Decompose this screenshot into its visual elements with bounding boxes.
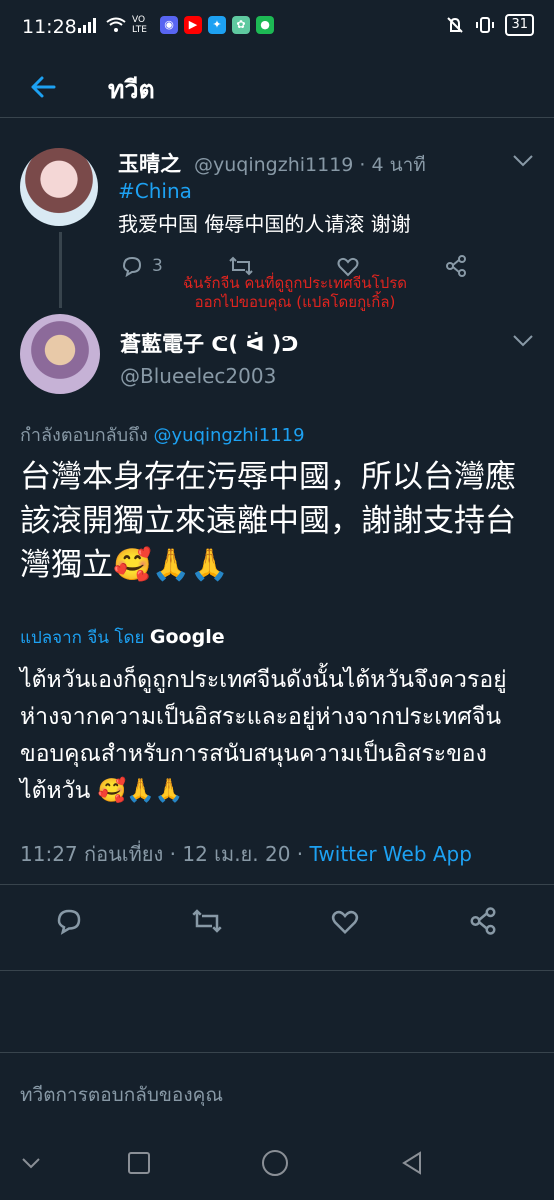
nav-back-button[interactable]	[398, 1148, 428, 1178]
replying-to: กำลังตอบกลับถึง @yuqingzhi1119	[20, 420, 305, 449]
chevron-down-icon[interactable]	[512, 334, 534, 348]
replying-mention-link[interactable]: @yuqingzhi1119	[154, 425, 305, 446]
thread-line	[59, 232, 62, 308]
system-nav-bar	[0, 1130, 554, 1200]
spotify-icon: ●	[256, 16, 274, 34]
nav-collapse-button[interactable]	[16, 1148, 46, 1178]
reply-input[interactable]: ทวีตการตอบกลับของคุณ	[20, 1080, 223, 1110]
translation-annotation: ฉันรักจีน คนที่ดูถูกประเทศจีนโปรด ออกไปข…	[150, 274, 440, 312]
avatar-reply[interactable]	[20, 314, 100, 394]
tweet-timestamp: 11:27 ก่อนเที่ยง · 12 เม.ย. 20 ·	[20, 842, 304, 866]
mute-icon	[447, 17, 464, 33]
share-icon	[446, 255, 466, 277]
annotation-line-2: ออกไปขอบคุณ (แปลโดยกูเกิ้ล)	[194, 293, 396, 311]
divider	[0, 884, 554, 885]
source-app-link[interactable]: Twitter Web App	[310, 842, 472, 866]
reply-author-handle: @Blueelec2003	[120, 364, 277, 388]
twitter-icon: ✦	[208, 16, 226, 34]
original-author-name[interactable]: 玉晴之	[118, 148, 181, 178]
reply-icon	[122, 256, 142, 278]
app-header: ทวีต	[0, 56, 554, 118]
avatar-original[interactable]	[20, 148, 98, 226]
annotation-line-1: ฉันรักจีน คนที่ดูถูกประเทศจีนโปรด	[182, 274, 408, 292]
like-button[interactable]	[330, 906, 360, 936]
back-arrow-icon[interactable]	[28, 72, 58, 102]
signal-icon	[78, 18, 96, 33]
status-bar: 11:28 VO LTE ◉ ▶ ✦ ✿ ● 31	[0, 0, 554, 56]
retweet-icon	[192, 909, 222, 933]
square-icon	[128, 1152, 150, 1174]
translated-text: ไต้หวันเองก็ดูถูกประเทศจีนดังนั้นไต้หวัน…	[20, 667, 507, 804]
replying-label: กำลังตอบกลับถึง	[20, 425, 148, 446]
chevron-down-icon	[22, 1158, 40, 1169]
reply-icon	[57, 909, 81, 935]
tweet-meta: 11:27 ก่อนเที่ยง · 12 เม.ย. 20 · Twitter…	[20, 838, 472, 870]
discord-icon: ◉	[160, 16, 178, 34]
wifi-icon	[106, 17, 126, 32]
share-button[interactable]	[444, 254, 468, 278]
nav-recents-button[interactable]	[124, 1148, 154, 1178]
heart-icon	[331, 910, 359, 935]
share-button[interactable]	[468, 906, 498, 936]
share-icon	[470, 907, 496, 935]
reply-tweet-text: 台灣本身存在污辱中國，所以台灣應該滾開獨立來遠離中國，謝謝支持台灣獨立🥰🙏🙏	[20, 459, 516, 583]
google-label: Google	[149, 626, 225, 648]
chevron-down-icon[interactable]	[512, 154, 534, 168]
app-icon: ✿	[232, 16, 250, 34]
volte-indicator: VO LTE	[132, 15, 147, 35]
status-right: 31	[445, 14, 534, 36]
youtube-icon: ▶	[184, 16, 202, 34]
reply-count: 3	[152, 256, 163, 276]
circle-icon	[262, 1150, 288, 1176]
page-title: ทวีต	[108, 75, 155, 104]
reply-button[interactable]	[54, 906, 84, 936]
reply-author-name[interactable]: 蒼藍電子 ᕦ( ᐛ )ᕤ	[120, 328, 298, 358]
translated-label: แปลจาก จีน โดย	[20, 628, 145, 648]
retweet-button[interactable]	[190, 906, 224, 936]
status-icons: VO LTE ◉ ▶ ✦ ✿ ●	[78, 15, 274, 35]
divider	[0, 1052, 554, 1053]
nav-home-button[interactable]	[260, 1148, 290, 1178]
hashtag-link[interactable]: #China	[118, 179, 192, 203]
battery-indicator: 31	[505, 14, 534, 36]
original-author-handle: @yuqingzhi1119 · 4 นาที	[194, 154, 426, 176]
original-tweet-text: 我爱中国 侮辱中国的人请滚 谢谢	[118, 212, 411, 236]
divider	[0, 970, 554, 971]
translation-source[interactable]: แปลจาก จีน โดย Google	[20, 624, 225, 651]
status-time: 11:28	[22, 16, 77, 38]
vibrate-icon	[476, 17, 495, 33]
triangle-back-icon	[402, 1151, 421, 1175]
